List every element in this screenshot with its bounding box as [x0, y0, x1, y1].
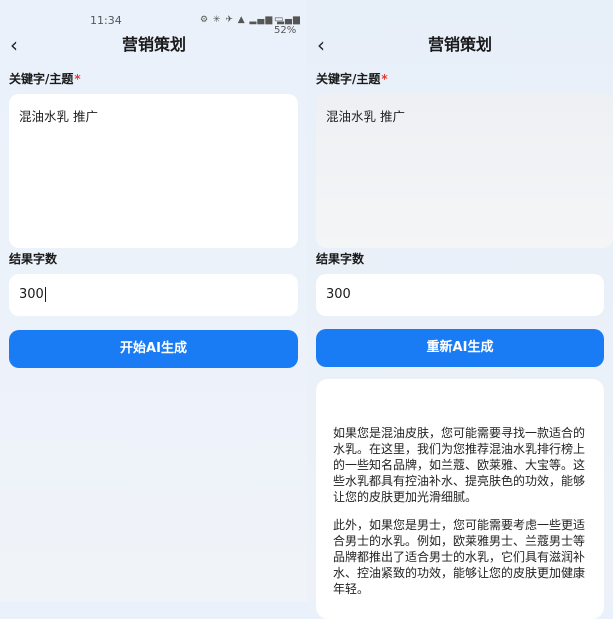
word-count-value: 300	[326, 287, 351, 302]
page-title: 营销策划	[122, 35, 187, 54]
required-mark: *	[381, 72, 388, 86]
word-count-value: 300	[19, 287, 44, 302]
page-title: 营销策划	[428, 35, 493, 54]
result-paragraph: 如果您是混油皮肤，您可能需要寻找一款适合的水乳。在这里，我们为您推荐混油水乳排行…	[333, 426, 586, 504]
battery-indicator: ▭ 52%	[274, 14, 297, 36]
start-ai-generate-button[interactable]: 开始AI生成	[9, 330, 298, 368]
status-time: 11:34	[90, 14, 122, 27]
word-count-label: 结果字数	[9, 252, 58, 266]
keyword-textarea[interactable]: 混油水乳 推广	[9, 94, 298, 248]
word-count-input[interactable]: 300	[9, 274, 298, 316]
keyword-label: 关键字/主题*	[316, 70, 388, 87]
keyword-label-text: 关键字/主题	[316, 72, 381, 86]
left-screen: 11:34 ⚙ ✳ ✈ ▲ ▂▄▆ ▂▄▆ ▭ 52% ‹ 营销策划 关键字/主…	[0, 0, 307, 602]
keyword-textarea[interactable]: 混油水乳 推广	[316, 94, 613, 248]
chevron-left-icon[interactable]: ‹	[10, 34, 30, 56]
result-output: 如果您是混油皮肤，您可能需要寻找一款适合的水乳。在这里，我们为您推荐混油水乳排行…	[316, 379, 604, 619]
result-paragraph: 此外，如果您是男士，您可能需要考虑一些更适合男士的水乳。例如，欧莱雅男士、兰蔻男…	[333, 518, 586, 596]
regenerate-ai-button[interactable]: 重新AI生成	[316, 329, 604, 367]
status-bar: 11:34 ⚙ ✳ ✈ ▲ ▂▄▆ ▂▄▆ ▭ 52%	[0, 14, 307, 36]
keyword-label-text: 关键字/主题	[9, 72, 74, 86]
keyword-value: 混油水乳 推广	[19, 109, 98, 124]
text-caret	[44, 287, 46, 302]
required-mark: *	[74, 72, 81, 86]
keyword-value: 混油水乳 推广	[326, 109, 405, 124]
word-count-input[interactable]: 300	[316, 274, 604, 316]
keyword-label: 关键字/主题*	[9, 70, 81, 87]
word-count-label: 结果字数	[316, 252, 365, 266]
chevron-left-icon[interactable]: ‹	[317, 34, 337, 56]
